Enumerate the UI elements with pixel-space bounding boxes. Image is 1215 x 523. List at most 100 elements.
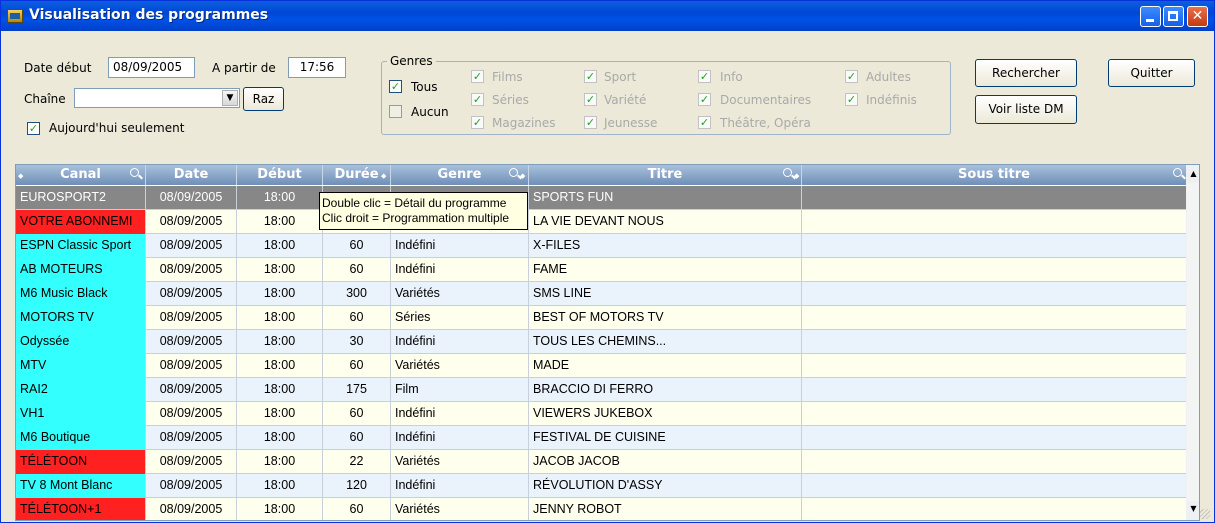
cell-canal: VH1 — [16, 402, 146, 426]
cell-date: 08/09/2005 — [146, 330, 237, 354]
close-button[interactable]: ✕ — [1187, 6, 1208, 27]
cell-sous-titre — [802, 402, 1186, 426]
table-row[interactable]: TÉLÉTOON 08/09/2005 18:00 22 Variétés JACOB J… — [16, 450, 1186, 474]
genre-theatre-checkbox[interactable]: ✓ — [698, 116, 711, 129]
cell-titre: SMS LINE — [529, 282, 802, 306]
cell-sous-titre — [802, 498, 1186, 520]
search-icon[interactable] — [783, 168, 792, 177]
column-header-genre[interactable]: Genre ◆ — [391, 165, 529, 185]
genre-all-checkbox[interactable]: ✓ — [389, 80, 402, 93]
table-row[interactable]: ESPN Classic Sport 08/09/2005 18:00 60 Indéf… — [16, 234, 1186, 258]
genre-magazines-label: Magazines — [492, 116, 556, 130]
main-window: Visualisation des programmes ✕ Date débu… — [0, 0, 1215, 523]
table-row[interactable]: M6 Boutique 08/09/2005 18:00 60 Indéfini FEST… — [16, 426, 1186, 450]
column-header-date[interactable]: Date — [146, 165, 237, 185]
genre-sport-checkbox[interactable]: ✓ — [584, 70, 597, 83]
genre-all-label: Tous — [411, 80, 438, 94]
genre-magazines-checkbox[interactable]: ✓ — [471, 116, 484, 129]
cell-sous-titre — [802, 306, 1186, 330]
column-header-duree[interactable]: Durée ◆ — [323, 165, 391, 185]
cell-titre: VIEWERS JUKEBOX — [529, 402, 802, 426]
cell-debut: 18:00 — [237, 186, 323, 210]
column-header-sous-titre[interactable]: Sous titre — [802, 165, 1186, 185]
table-row[interactable]: AB MOTEURS 08/09/2005 18:00 60 Indéfini FAME — [16, 258, 1186, 282]
cell-canal: ESPN Classic Sport — [16, 234, 146, 258]
cell-duree: 60 — [323, 234, 391, 258]
cell-genre: Séries — [391, 306, 529, 330]
resize-grip-icon[interactable] — [1200, 509, 1210, 519]
cell-sous-titre — [802, 474, 1186, 498]
table-row[interactable]: TÉLÉTOON+1 08/09/2005 18:00 60 Variétés JENNY… — [16, 498, 1186, 520]
table-row[interactable]: Odyssée 08/09/2005 18:00 30 Indéfini TOUS LES… — [16, 330, 1186, 354]
column-header-titre[interactable]: Titre ◆ — [529, 165, 802, 185]
scroll-down-icon[interactable]: ▼ — [1186, 501, 1199, 517]
genre-none-checkbox[interactable] — [389, 105, 402, 118]
table-row[interactable]: TV 8 Mont Blanc 08/09/2005 18:00 120 Indéfin… — [16, 474, 1186, 498]
search-icon[interactable] — [130, 168, 139, 177]
table-row[interactable]: VH1 08/09/2005 18:00 60 Indéfini VIEWERS JUKE… — [16, 402, 1186, 426]
genre-films-label: Films — [492, 70, 523, 84]
genre-none-label: Aucun — [411, 105, 449, 119]
genre-jeunesse-checkbox[interactable]: ✓ — [584, 116, 597, 129]
cell-debut: 18:00 — [237, 234, 323, 258]
genre-variete-checkbox[interactable]: ✓ — [584, 93, 597, 106]
genre-documentaires-checkbox[interactable]: ✓ — [698, 93, 711, 106]
table-row[interactable]: MTV 08/09/2005 18:00 60 Variétés MADE — [16, 354, 1186, 378]
vertical-scrollbar[interactable]: ▲ ▼ — [1186, 165, 1199, 520]
cell-sous-titre — [802, 234, 1186, 258]
cell-genre: Indéfini — [391, 426, 529, 450]
cell-date: 08/09/2005 — [146, 282, 237, 306]
window-title: Visualisation des programmes — [29, 7, 269, 23]
table-row[interactable]: VOTRE ABONNEMI 08/09/2005 18:00 LA VIE DEVA… — [16, 210, 1186, 234]
channel-select[interactable]: ▼ — [74, 88, 240, 108]
cell-date: 08/09/2005 — [146, 354, 237, 378]
raz-button[interactable]: Raz — [243, 87, 284, 111]
genre-series-checkbox[interactable]: ✓ — [471, 93, 484, 106]
search-icon[interactable] — [509, 168, 518, 177]
table-row[interactable]: EUROSPORT2 08/09/2005 18:00 SPORTS FUN — [16, 186, 1186, 210]
cell-titre: JENNY ROBOT — [529, 498, 802, 520]
date-input[interactable]: 08/09/2005 — [108, 57, 195, 78]
search-button[interactable]: Rechercher — [975, 59, 1077, 87]
maximize-button[interactable] — [1163, 6, 1184, 27]
cell-date: 08/09/2005 — [146, 258, 237, 282]
scroll-up-icon[interactable]: ▲ — [1186, 166, 1199, 182]
column-header-label: Genre — [437, 167, 482, 182]
cell-debut: 18:00 — [237, 306, 323, 330]
table-row[interactable]: RAI2 08/09/2005 18:00 175 Film BRACCIO DI FER… — [16, 378, 1186, 402]
cell-debut: 18:00 — [237, 330, 323, 354]
quit-button[interactable]: Quitter — [1108, 59, 1195, 87]
cell-canal: M6 Boutique — [16, 426, 146, 450]
cell-titre: X-FILES — [529, 234, 802, 258]
title-bar[interactable]: Visualisation des programmes ✕ — [1, 1, 1214, 31]
cell-titre: MADE — [529, 354, 802, 378]
genre-films-checkbox[interactable]: ✓ — [471, 70, 484, 83]
time-input[interactable]: 17:56 — [288, 57, 346, 78]
scrollbar-track[interactable] — [1187, 183, 1199, 501]
table-row[interactable]: M6 Music Black 08/09/2005 18:00 300 Variétés… — [16, 282, 1186, 306]
tooltip-line-2: Clic droit = Programmation multiple — [322, 211, 510, 225]
genre-info-checkbox[interactable]: ✓ — [698, 70, 711, 83]
cell-genre: Variétés — [391, 282, 529, 306]
cell-date: 08/09/2005 — [146, 426, 237, 450]
from-time-label: A partir de — [212, 61, 276, 75]
genre-info-label: Info — [720, 70, 743, 84]
column-header-debut[interactable]: Début — [237, 165, 323, 185]
cell-duree: 60 — [323, 306, 391, 330]
dm-list-button[interactable]: Voir liste DM — [975, 95, 1077, 124]
cell-titre: BEST OF MOTORS TV — [529, 306, 802, 330]
cell-genre: Indéfini — [391, 474, 529, 498]
chevron-down-icon[interactable]: ▼ — [222, 90, 238, 106]
column-header-canal[interactable]: ◆ Canal — [16, 165, 146, 185]
today-only-checkbox[interactable]: ✓ — [27, 122, 40, 135]
cell-canal: M6 Music Black — [16, 282, 146, 306]
cell-duree: 30 — [323, 330, 391, 354]
maximize-icon — [1168, 11, 1178, 21]
sort-icon: ◆ — [794, 172, 800, 180]
cell-date: 08/09/2005 — [146, 210, 237, 234]
genre-adultes-checkbox[interactable]: ✓ — [845, 70, 858, 83]
table-row[interactable]: MOTORS TV 08/09/2005 18:00 60 Séries BEST OF … — [16, 306, 1186, 330]
search-icon[interactable] — [1173, 168, 1182, 177]
genre-indefinis-checkbox[interactable]: ✓ — [845, 93, 858, 106]
minimize-button[interactable] — [1140, 6, 1161, 27]
